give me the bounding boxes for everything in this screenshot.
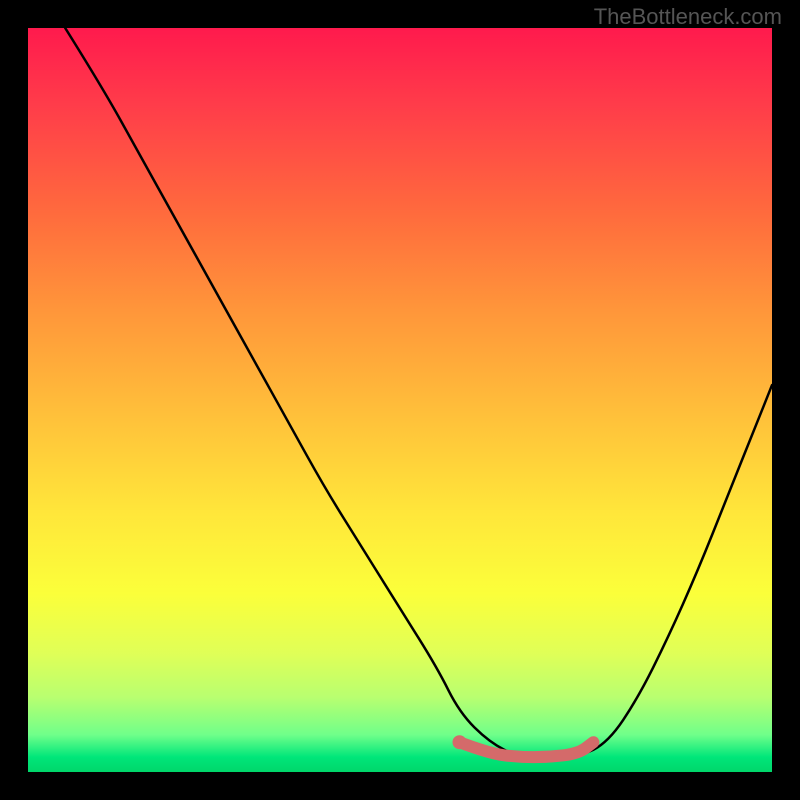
chart-container: TheBottleneck.com	[0, 0, 800, 800]
watermark-text: TheBottleneck.com	[594, 4, 782, 30]
bottleneck-curve	[65, 28, 772, 757]
optimal-range-start-dot	[453, 735, 467, 749]
optimal-range-marker	[460, 742, 594, 757]
curve-svg	[28, 28, 772, 772]
plot-area	[28, 28, 772, 772]
